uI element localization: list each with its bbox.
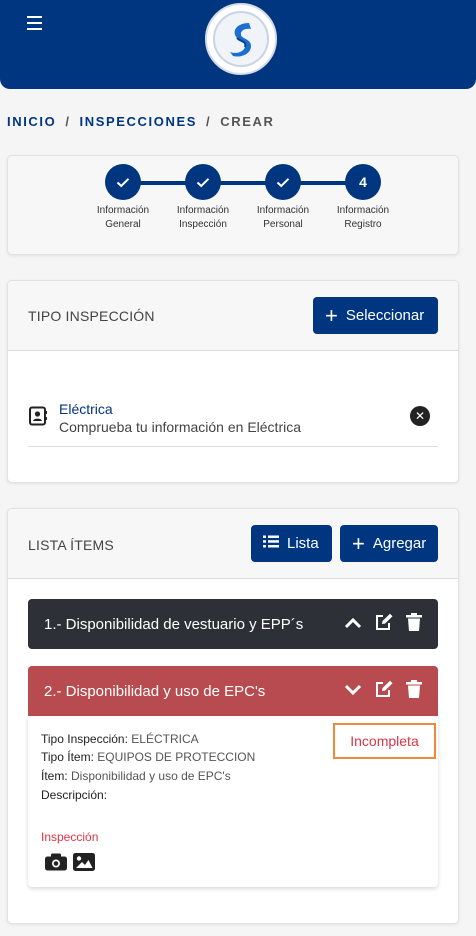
step-label: Información General <box>96 205 150 230</box>
item-detail-panel: Tipo Inspección: ELÉCTRICA Tipo Ítem: EQ… <box>28 716 438 887</box>
camera-icon[interactable] <box>45 853 67 876</box>
tipo-inspeccion-card: TIPO INSPECCIÓN + Seleccionar Eléctrica … <box>7 280 459 483</box>
stepper: Información General Información Inspección… <box>83 164 403 244</box>
breadcrumb-inicio[interactable]: INICIO <box>7 114 56 129</box>
tipo-item-row: Tipo Ítem: EQUIPOS DE PROTECCION <box>41 750 256 764</box>
lista-button[interactable]: Lista <box>251 525 332 562</box>
lista-items-card: LISTA ÍTEMS Lista + Agregar 1.- Disponib… <box>7 508 459 924</box>
step-informacion-inspeccion[interactable]: Información Inspección <box>163 164 243 232</box>
item-row: Ítem: Disponibilidad y uso de EPC's <box>41 769 231 783</box>
item-bar-1[interactable]: 1.- Disponibilidad de vestuario y EPP´s <box>28 599 438 649</box>
step-label: Información Inspección <box>176 205 230 230</box>
breadcrumb-separator: / <box>206 114 212 129</box>
brand-logo-icon[interactable] <box>205 3 277 75</box>
seleccionar-label: Seleccionar <box>345 307 425 324</box>
close-icon[interactable]: ✕ <box>410 406 430 426</box>
tipo-item-description: Comprueba tu información en Eléctrica <box>59 419 302 435</box>
chevron-up-icon[interactable] <box>344 616 362 633</box>
plus-icon: + <box>325 302 338 328</box>
breadcrumb: INICIO / INSPECCIONES / CREAR <box>7 114 274 129</box>
check-icon <box>105 164 141 200</box>
inspeccion-label: Inspección <box>41 830 99 844</box>
item-title: 2.- Disponibilidad y uso de EPC's <box>44 683 266 700</box>
step-label: Información Registro <box>336 205 390 230</box>
trash-icon[interactable] <box>406 613 422 635</box>
check-icon <box>185 164 221 200</box>
media-actions <box>45 853 95 876</box>
check-icon <box>265 164 301 200</box>
lista-label: Lista <box>287 535 319 552</box>
breadcrumb-inspecciones[interactable]: INSPECCIONES <box>80 114 197 129</box>
lista-items-title: LISTA ÍTEMS <box>28 537 114 553</box>
agregar-label: Agregar <box>372 535 427 552</box>
tipo-inspeccion-row: Tipo Inspección: ELÉCTRICA <box>41 732 199 746</box>
id-card-icon <box>28 406 48 431</box>
step-informacion-registro[interactable]: 4 Información Registro <box>323 164 403 232</box>
step-informacion-personal[interactable]: Información Personal <box>243 164 323 232</box>
tipo-item-name: Eléctrica <box>59 401 113 417</box>
breadcrumb-crear: CREAR <box>220 114 275 129</box>
step-label: Información Personal <box>256 205 310 230</box>
descripcion-row: Descripción: <box>41 788 108 802</box>
plus-icon: + <box>352 530 365 556</box>
list-icon <box>263 535 279 552</box>
item-bar-2[interactable]: 2.- Disponibilidad y uso de EPC's <box>28 666 438 716</box>
step-number: 4 <box>345 164 381 200</box>
card-header: LISTA ÍTEMS Lista + Agregar <box>8 509 458 579</box>
hamburger-icon[interactable] <box>27 16 42 30</box>
tipo-item[interactable]: Eléctrica Comprueba tu información en El… <box>28 399 438 447</box>
item-title: 1.- Disponibilidad de vestuario y EPP´s <box>44 616 304 633</box>
edit-icon[interactable] <box>374 680 394 702</box>
step-informacion-general[interactable]: Información General <box>83 164 163 232</box>
breadcrumb-separator: / <box>65 114 71 129</box>
image-icon[interactable] <box>73 853 95 876</box>
chevron-down-icon[interactable] <box>344 683 362 700</box>
edit-icon[interactable] <box>374 613 394 635</box>
seleccionar-button[interactable]: + Seleccionar <box>313 297 438 334</box>
agregar-button[interactable]: + Agregar <box>340 525 438 562</box>
top-app-bar <box>0 0 476 89</box>
status-badge: Incompleta <box>333 723 436 759</box>
card-header: TIPO INSPECCIÓN + Seleccionar <box>8 281 458 351</box>
stepper-card: Información General Información Inspección… <box>7 155 459 255</box>
tipo-inspeccion-title: TIPO INSPECCIÓN <box>28 308 155 324</box>
trash-icon[interactable] <box>406 680 422 702</box>
